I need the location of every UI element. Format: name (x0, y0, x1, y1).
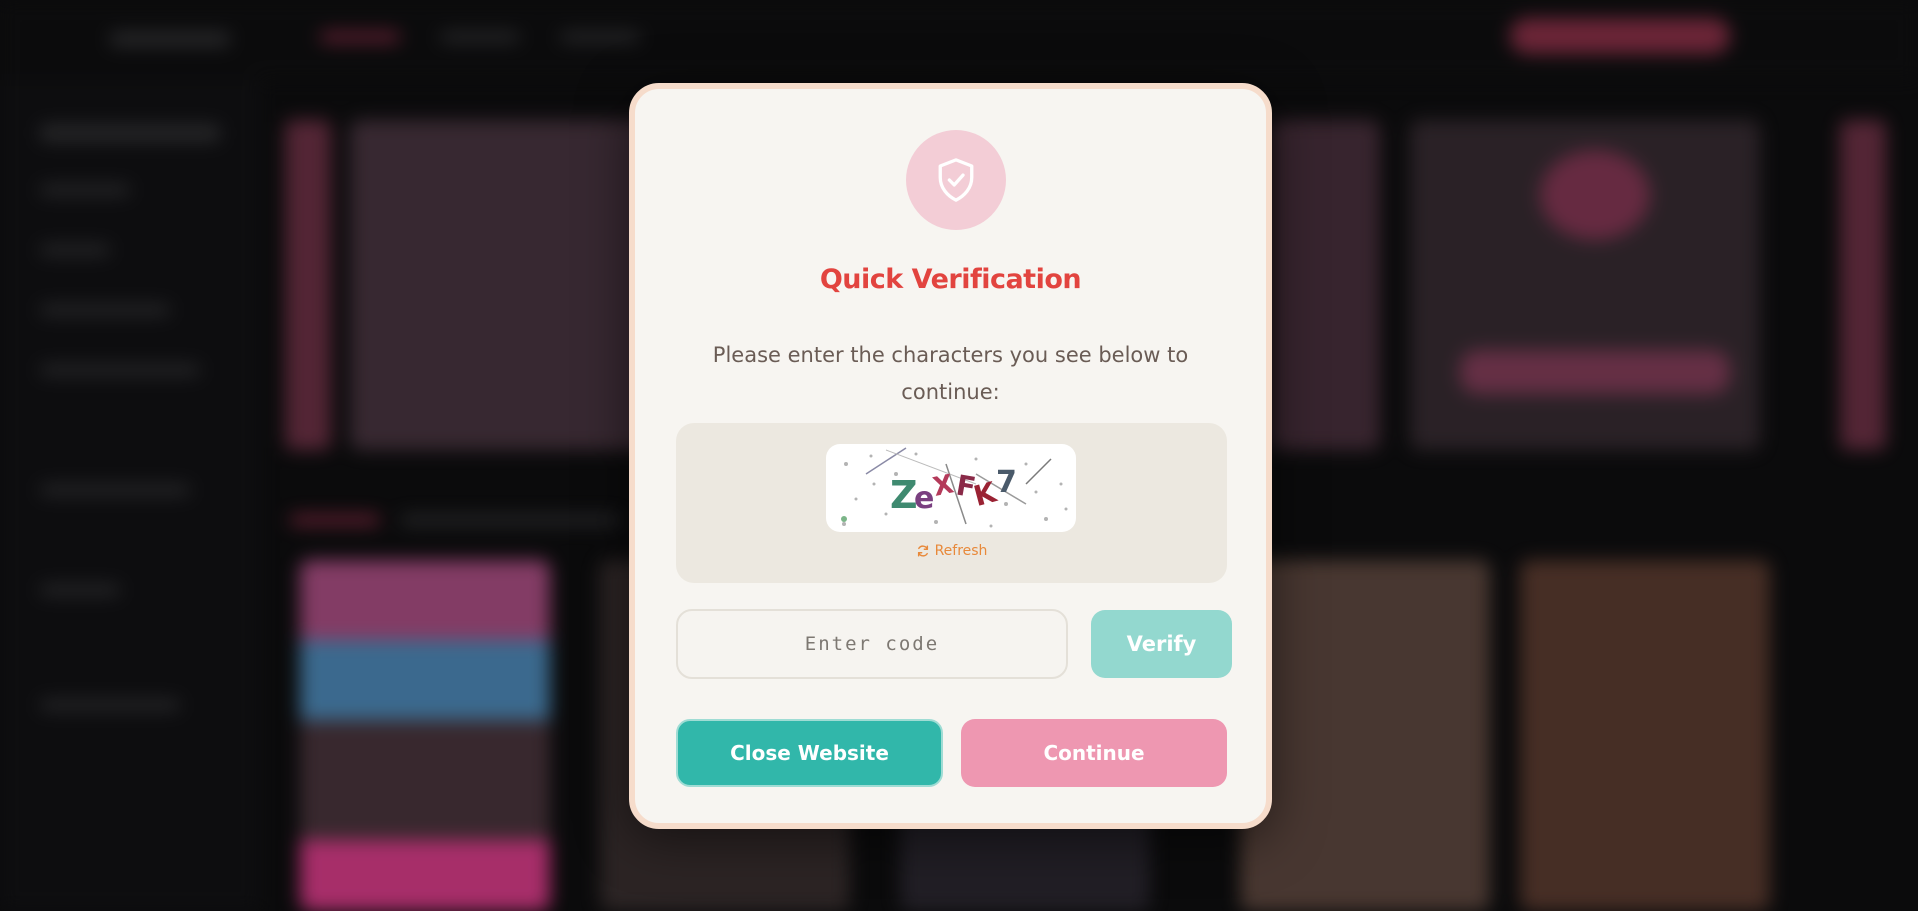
background-sidebar (0, 80, 260, 911)
verify-button[interactable]: Verify (1091, 610, 1232, 678)
background-sidebar-item (40, 185, 130, 195)
modal-title: Quick Verification (819, 264, 1082, 295)
background-nav-item (440, 32, 520, 42)
background-heading (400, 515, 620, 525)
captcha-panel: Z e X F K 7 Refresh (676, 423, 1227, 583)
close-website-button[interactable]: Close Website (676, 719, 943, 787)
background-banner (350, 120, 670, 450)
background-logo (110, 32, 230, 46)
refresh-icon (917, 545, 928, 557)
background-strip (285, 120, 331, 450)
refresh-captcha-link[interactable]: Refresh (676, 543, 1227, 559)
modal-description: Please enter the characters you see belo… (712, 343, 1189, 404)
background-button (1460, 350, 1730, 394)
background-sidebar-item (40, 125, 220, 141)
background-sidebar-item (40, 245, 110, 255)
background-card (1520, 560, 1770, 911)
continue-button[interactable]: Continue (961, 719, 1227, 787)
background-card (1240, 560, 1490, 911)
refresh-label: Refresh (934, 543, 988, 559)
background-banner (1270, 120, 1380, 450)
background-sidebar-item (40, 305, 170, 315)
background-heading (290, 515, 380, 525)
background-sidebar-item (40, 700, 180, 710)
captcha-char: e (914, 481, 934, 516)
shield-check-icon (938, 158, 974, 202)
background-avatar (1540, 150, 1650, 240)
verification-modal: Quick Verification Please enter the char… (629, 83, 1272, 829)
background-nav-item (560, 32, 640, 42)
captcha-image: Z e X F K 7 (826, 444, 1076, 532)
background-sidebar-item (40, 485, 190, 495)
captcha-code-input[interactable] (676, 609, 1068, 679)
background-sidebar-item (40, 365, 200, 375)
shield-icon-badge (906, 130, 1006, 230)
background-nav-item (320, 32, 400, 42)
background-strip (1840, 120, 1886, 450)
background-card (300, 560, 550, 911)
background-button (1510, 18, 1730, 54)
captcha-char: 7 (996, 465, 1017, 500)
background-sidebar-item (40, 585, 120, 595)
